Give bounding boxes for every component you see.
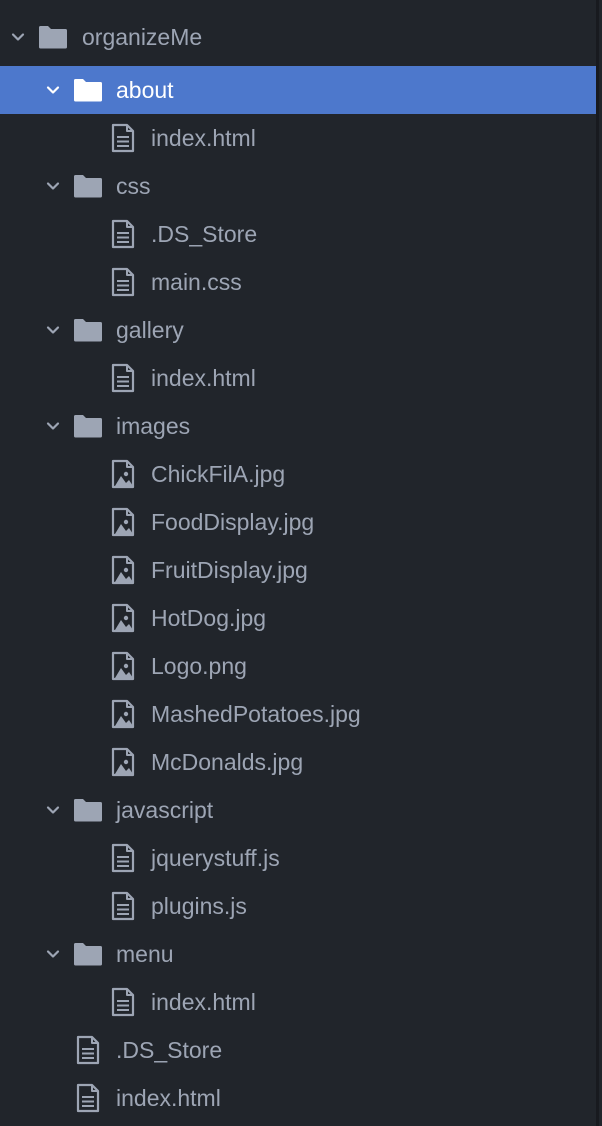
tree-item-label: MashedPotatoes.jpg: [151, 701, 361, 727]
file-image-icon: [108, 699, 138, 729]
folder-icon: [73, 315, 103, 345]
tree-folder-menu[interactable]: menu: [0, 930, 596, 978]
file-image-icon: [108, 747, 138, 777]
file-tree-panel: organizeMe about index.html css .DS_Store ma…: [0, 0, 599, 1126]
tree-file-index-html[interactable]: index.html: [0, 354, 596, 402]
tree-file-mcdonalds-jpg[interactable]: McDonalds.jpg: [0, 738, 596, 786]
chevron-down-icon[interactable]: [45, 946, 61, 962]
file-text-icon: [108, 123, 138, 153]
folder-icon: [73, 411, 103, 441]
folder-icon: [73, 171, 103, 201]
tree-file-chickfila-jpg[interactable]: ChickFilA.jpg: [0, 450, 596, 498]
tree-file-index-html[interactable]: index.html: [0, 978, 596, 1026]
tree-item-label: index.html: [116, 1085, 221, 1111]
file-text-icon: [108, 363, 138, 393]
panel-resize-handle[interactable]: [596, 0, 599, 1126]
chevron-down-icon[interactable]: [45, 322, 61, 338]
tree-item-label: FoodDisplay.jpg: [151, 509, 315, 535]
tree-folder-javascript[interactable]: javascript: [0, 786, 596, 834]
tree-root-label: organizeMe: [82, 24, 203, 50]
tree-file-jquerystuff-js[interactable]: jquerystuff.js: [0, 834, 596, 882]
file-text-icon: [108, 891, 138, 921]
tree-file-index-html[interactable]: index.html: [0, 114, 596, 162]
tree-root-organizeme[interactable]: organizeMe: [0, 13, 596, 61]
tree-item-label: about: [116, 77, 174, 103]
chevron-down-icon[interactable]: [45, 82, 61, 98]
tree-item-label: gallery: [116, 317, 184, 343]
file-image-icon: [108, 507, 138, 537]
tree-folder-about[interactable]: about: [0, 66, 596, 114]
tree-folder-images[interactable]: images: [0, 402, 596, 450]
tree-item-label: css: [116, 173, 151, 199]
file-text-icon: [73, 1035, 103, 1065]
file-text-icon: [73, 1083, 103, 1113]
tree-item-label: index.html: [151, 989, 256, 1015]
tree-item-label: FruitDisplay.jpg: [151, 557, 308, 583]
tree-item-label: images: [116, 413, 191, 439]
file-text-icon: [108, 267, 138, 297]
tree-item-label: javascript: [116, 797, 214, 823]
chevron-down-icon[interactable]: [45, 418, 61, 434]
folder-icon: [73, 795, 103, 825]
tree-item-label: HotDog.jpg: [151, 605, 267, 631]
tree-file-fruitdisplay-jpg[interactable]: FruitDisplay.jpg: [0, 546, 596, 594]
tree-item-label: .DS_Store: [116, 1037, 223, 1063]
tree-file-ds-store[interactable]: .DS_Store: [0, 1026, 596, 1074]
tree-file-index-html[interactable]: index.html: [0, 1074, 596, 1122]
file-text-icon: [108, 219, 138, 249]
file-text-icon: [108, 843, 138, 873]
tree-item-label: plugins.js: [151, 893, 247, 919]
file-image-icon: [108, 555, 138, 585]
tree-item-label: ChickFilA.jpg: [151, 461, 286, 487]
tree-item-label: Logo.png: [151, 653, 247, 679]
folder-icon: [73, 75, 103, 105]
tree-item-label: index.html: [151, 125, 256, 151]
tree-item-label: .DS_Store: [151, 221, 258, 247]
folder-icon: [38, 22, 68, 52]
chevron-down-icon[interactable]: [45, 178, 61, 194]
file-image-icon: [108, 459, 138, 489]
tree-file-hotdog-jpg[interactable]: HotDog.jpg: [0, 594, 596, 642]
tree-item-label: index.html: [151, 365, 256, 391]
tree-folder-css[interactable]: css: [0, 162, 596, 210]
tree-folder-gallery[interactable]: gallery: [0, 306, 596, 354]
tree-file-main-css[interactable]: main.css: [0, 258, 596, 306]
chevron-down-icon[interactable]: [10, 29, 26, 45]
folder-icon: [73, 939, 103, 969]
chevron-down-icon[interactable]: [45, 802, 61, 818]
tree-item-label: jquerystuff.js: [151, 845, 280, 871]
tree-file-ds-store[interactable]: .DS_Store: [0, 210, 596, 258]
file-text-icon: [108, 987, 138, 1017]
tree-file-plugins-js[interactable]: plugins.js: [0, 882, 596, 930]
file-image-icon: [108, 651, 138, 681]
tree-item-label: McDonalds.jpg: [151, 749, 304, 775]
file-image-icon: [108, 603, 138, 633]
tree-item-label: menu: [116, 941, 174, 967]
tree-file-mashedpotatoes-jpg[interactable]: MashedPotatoes.jpg: [0, 690, 596, 738]
tree-file-fooddisplay-jpg[interactable]: FoodDisplay.jpg: [0, 498, 596, 546]
tree-file-logo-png[interactable]: Logo.png: [0, 642, 596, 690]
tree-item-label: main.css: [151, 269, 242, 295]
